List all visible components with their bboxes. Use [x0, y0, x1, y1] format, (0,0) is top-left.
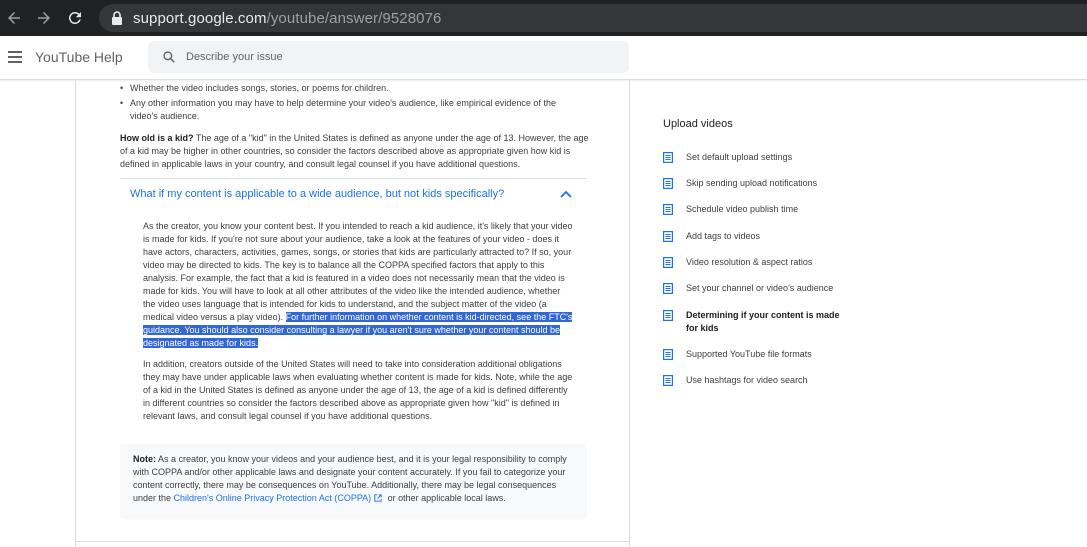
hamburger-menu-icon[interactable]: [8, 51, 22, 63]
lock-icon: [112, 11, 122, 25]
back-arrow-icon[interactable]: [4, 8, 24, 28]
document-icon: [663, 152, 673, 163]
accordion-text: As the creator, you know your content be…: [143, 221, 573, 322]
accordion-paragraph-1: As the creator, you know your content be…: [143, 220, 573, 350]
browser-toolbar: support.google.com/youtube/answer/952807…: [0, 0, 1087, 36]
note-box: Note: As a creator, you know your videos…: [120, 444, 587, 519]
document-icon: [663, 283, 673, 294]
chevron-up-icon[interactable]: [560, 189, 572, 199]
sidebar-item-label: Use hashtags for video search: [686, 375, 808, 385]
sidebar-item-schedule-publish[interactable]: Schedule video publish time: [663, 203, 863, 216]
sidebar-item-file-formats[interactable]: Supported YouTube file formats: [663, 348, 863, 361]
sidebar-item-add-tags[interactable]: Add tags to videos: [663, 230, 863, 243]
sidebar-item-default-upload-settings[interactable]: Set default upload settings: [663, 151, 863, 164]
note-label: Note:: [133, 454, 156, 464]
sidebar-item-label: Determining if your content is made for …: [686, 310, 840, 333]
divider: [75, 541, 630, 542]
search-input[interactable]: [186, 51, 586, 63]
url-path: /youtube/answer/9528076: [266, 9, 442, 27]
sidebar-item-label: Set default upload settings: [686, 152, 793, 162]
sidebar-item-hashtags[interactable]: Use hashtags for video search: [663, 374, 863, 387]
accordion-body: As the creator, you know your content be…: [143, 220, 573, 431]
reload-icon[interactable]: [65, 8, 85, 28]
kid-age-paragraph: How old is a kid? The age of a "kid" in …: [120, 132, 590, 171]
url-host: support.google.com: [133, 9, 267, 27]
forward-arrow-icon[interactable]: [34, 8, 54, 28]
search-icon: [163, 51, 175, 63]
accordion-paragraph-2: In addition, creators outside of the Uni…: [143, 359, 573, 421]
document-icon: [663, 310, 673, 321]
article-content: Whether the video includes songs, storie…: [75, 80, 630, 547]
sidebar-item-label: Set your channel or video's audience: [686, 283, 834, 293]
list-item: Any other information you may have to he…: [120, 97, 580, 123]
document-icon: [663, 231, 673, 242]
kid-question: How old is a kid?: [120, 133, 194, 143]
sidebar-item-label: Schedule video publish time: [686, 204, 799, 214]
sidebar-item-label: Video resolution & aspect ratios: [686, 257, 813, 267]
note-tail: or other applicable local laws.: [385, 493, 506, 503]
factor-list: Whether the video includes songs, storie…: [120, 82, 580, 125]
divider: [120, 178, 587, 179]
search-box[interactable]: [148, 41, 629, 73]
sidebar-item-resolution[interactable]: Video resolution & aspect ratios: [663, 256, 863, 269]
app-title[interactable]: YouTube Help: [35, 49, 123, 65]
sidebar-item-label: Add tags to videos: [686, 231, 761, 241]
sidebar-item-made-for-kids[interactable]: Determining if your content is made for …: [663, 309, 848, 335]
document-icon: [663, 349, 673, 360]
sidebar-title: Upload videos: [663, 118, 733, 130]
coppa-link[interactable]: Children's Online Privacy Protection Act…: [174, 493, 372, 503]
external-link-icon: [374, 494, 382, 502]
app-header: YouTube Help: [0, 36, 1087, 80]
document-icon: [663, 178, 673, 189]
list-item: Whether the video includes songs, storie…: [120, 82, 580, 95]
address-bar[interactable]: support.google.com/youtube/answer/952807…: [99, 4, 1087, 32]
document-icon: [663, 257, 673, 268]
document-icon: [663, 375, 673, 386]
sidebar-item-label: Supported YouTube file formats: [686, 349, 812, 359]
sidebar-item-upload-notifications[interactable]: Skip sending upload notifications: [663, 177, 863, 190]
document-icon: [663, 204, 673, 215]
sidebar-item-audience[interactable]: Set your channel or video's audience: [663, 282, 863, 295]
sidebar-item-label: Skip sending upload notifications: [686, 178, 818, 188]
accordion-title[interactable]: What if my content is applicable to a wi…: [130, 188, 550, 200]
